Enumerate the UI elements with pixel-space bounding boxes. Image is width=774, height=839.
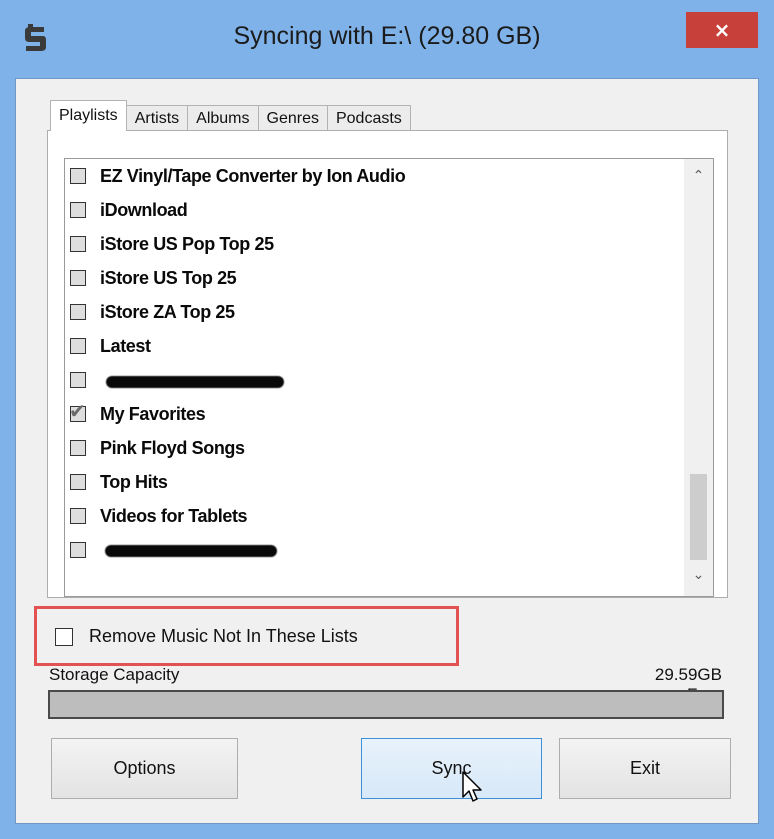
- redacted-label: [106, 376, 284, 388]
- playlist-item[interactable]: Pink Floyd Songs: [65, 431, 245, 465]
- playlist-checkbox[interactable]: [70, 338, 86, 354]
- tab-podcasts[interactable]: Podcasts: [326, 105, 411, 131]
- tab-albums[interactable]: Albums: [187, 105, 259, 131]
- scroll-up-arrow-icon[interactable]: ⌃: [684, 161, 713, 191]
- storage-progress-bar: [48, 690, 724, 719]
- playlist-item[interactable]: iStore US Pop Top 25: [65, 227, 274, 261]
- playlist-label: Latest: [100, 335, 151, 356]
- playlist-item[interactable]: ✔ My Favorites: [65, 397, 206, 431]
- scrollbar-thumb[interactable]: [690, 474, 707, 560]
- playlist-checkbox[interactable]: [70, 304, 86, 320]
- playlist-item-redacted[interactable]: [65, 533, 277, 567]
- remove-music-checkbox[interactable]: [55, 627, 73, 646]
- window-title: Syncing with E:\ (29.80 GB): [233, 22, 541, 50]
- playlist-checkbox[interactable]: [70, 542, 86, 558]
- playlist-item[interactable]: iStore ZA Top 25: [65, 295, 235, 329]
- playlist-item[interactable]: iStore US Top 25: [65, 261, 237, 295]
- scroll-down-arrow-icon[interactable]: ⌄: [684, 560, 713, 590]
- storage-capacity-label: Storage Capacity: [49, 665, 180, 684]
- playlist-label: Top Hits: [100, 471, 168, 492]
- list-scrollbar[interactable]: ⌃ ⌄: [684, 159, 713, 596]
- playlist-label: My Favorites: [100, 403, 206, 424]
- playlist-label: EZ Vinyl/Tape Converter by Ion Audio: [100, 165, 406, 186]
- dialog-body: Playlists Artists Albums Genres Podcasts…: [15, 78, 759, 824]
- remove-music-option[interactable]: Remove Music Not In These Lists: [55, 626, 358, 647]
- playlist-item-redacted[interactable]: [65, 363, 284, 397]
- playlist-label: Pink Floyd Songs: [100, 437, 245, 458]
- sync-button[interactable]: Sync: [361, 738, 542, 799]
- title-bar[interactable]: Syncing with E:\ (29.80 GB) ×: [0, 0, 774, 78]
- playlist-item[interactable]: Latest: [65, 329, 151, 363]
- playlist-checkbox[interactable]: [70, 474, 86, 490]
- close-button[interactable]: ×: [686, 12, 758, 48]
- playlists-tab-panel: EZ Vinyl/Tape Converter by Ion Audio iDo…: [47, 130, 728, 598]
- playlist-item[interactable]: EZ Vinyl/Tape Converter by Ion Audio: [65, 159, 406, 193]
- playlist-checkbox[interactable]: [70, 372, 86, 388]
- playlist-item[interactable]: Videos for Tablets: [65, 499, 248, 533]
- playlist-checkbox-checked[interactable]: ✔: [69, 401, 86, 422]
- close-icon: ×: [713, 18, 731, 42]
- options-button[interactable]: Options: [51, 738, 238, 799]
- remove-music-label: Remove Music Not In These Lists: [89, 626, 358, 646]
- tab-strip: Playlists Artists Albums Genres Podcasts: [50, 100, 411, 131]
- tab-genres[interactable]: Genres: [257, 105, 328, 131]
- checkmark-icon: ✔: [69, 399, 86, 423]
- playlist-checkbox[interactable]: [70, 270, 86, 286]
- playlist-list[interactable]: EZ Vinyl/Tape Converter by Ion Audio iDo…: [64, 158, 714, 597]
- playlist-item[interactable]: iDownload: [65, 193, 188, 227]
- playlist-checkbox[interactable]: [70, 440, 86, 456]
- tab-artists[interactable]: Artists: [125, 105, 189, 131]
- playlist-checkbox[interactable]: [70, 168, 86, 184]
- playlist-checkbox[interactable]: [70, 202, 86, 218]
- mouse-cursor-icon: [462, 771, 482, 802]
- redacted-label: [105, 545, 277, 557]
- exit-button[interactable]: Exit: [559, 738, 731, 799]
- playlist-label: iStore ZA Top 25: [100, 301, 235, 322]
- playlist-label: iDownload: [100, 199, 188, 220]
- playlist-label: Videos for Tablets: [100, 505, 248, 526]
- tab-playlists[interactable]: Playlists: [50, 100, 127, 131]
- playlist-item[interactable]: Top Hits: [65, 465, 168, 499]
- sync-dialog-window: Syncing with E:\ (29.80 GB) × Playlists …: [0, 0, 774, 839]
- playlist-checkbox[interactable]: [70, 236, 86, 252]
- playlist-checkbox[interactable]: [70, 508, 86, 524]
- playlist-label: iStore US Top 25: [100, 267, 237, 288]
- playlist-label: iStore US Pop Top 25: [100, 233, 274, 254]
